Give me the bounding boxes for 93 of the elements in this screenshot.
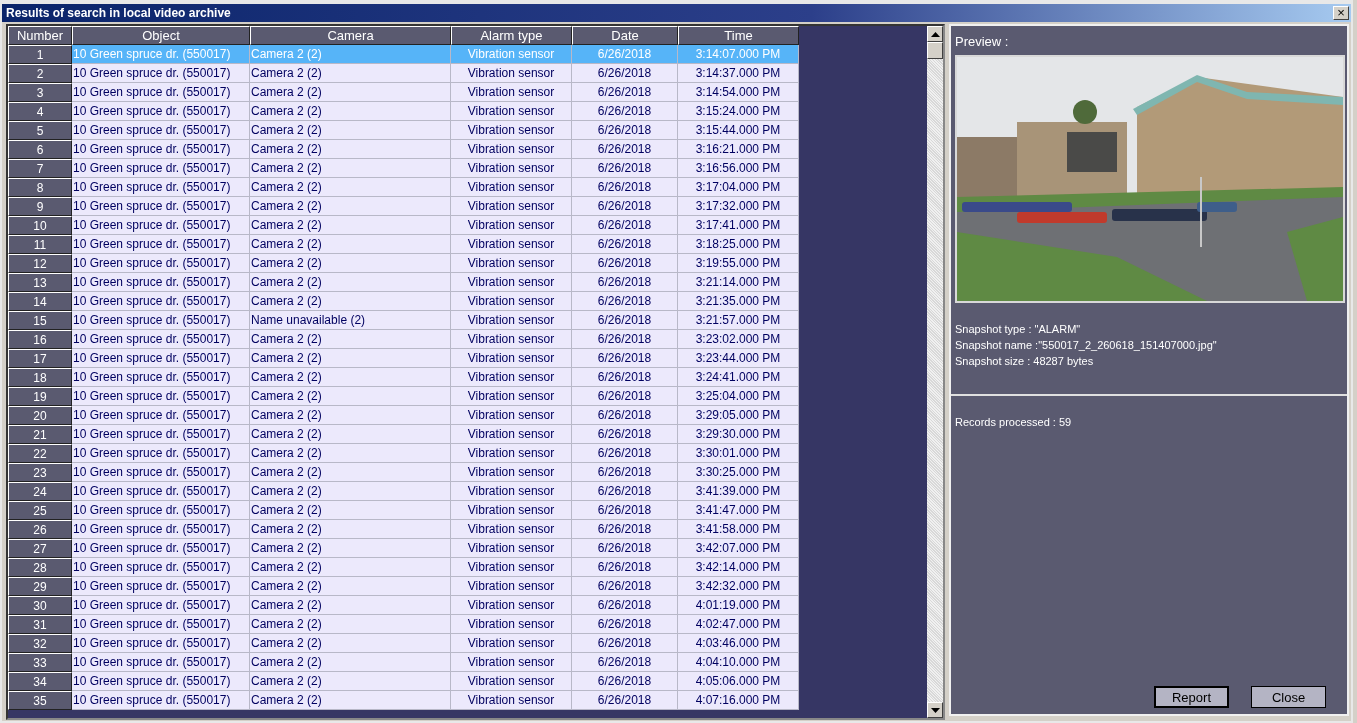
scrollbar[interactable] bbox=[927, 26, 943, 718]
table-row[interactable]: 5 10 Green spruce dr. (550017) Camera 2 (2) Vibration sensor 6/26/2018 3:15:44.000 PM bbox=[8, 121, 799, 140]
scroll-up-icon[interactable] bbox=[927, 26, 943, 42]
table-row[interactable]: 11 10 Green spruce dr. (550017) Camera 2 (2) Vibration sensor 6/26/2018 3:18:25.000 PM bbox=[8, 235, 799, 254]
table-row[interactable]: 24 10 Green spruce dr. (550017) Camera 2 (2) Vibration sensor 6/26/2018 3:41:39.000 PM bbox=[8, 482, 799, 501]
row-number: 15 bbox=[8, 311, 72, 330]
table-row[interactable]: 17 10 Green spruce dr. (550017) Camera 2 (2) Vibration sensor 6/26/2018 3:23:44.000 PM bbox=[8, 349, 799, 368]
table-row[interactable]: 14 10 Green spruce dr. (550017) Camera 2 (2) Vibration sensor 6/26/2018 3:21:35.000 PM bbox=[8, 292, 799, 311]
table-row[interactable]: 28 10 Green spruce dr. (550017) Camera 2 (2) Vibration sensor 6/26/2018 3:42:14.000 PM bbox=[8, 558, 799, 577]
row-number: 25 bbox=[8, 501, 72, 520]
row-number: 22 bbox=[8, 444, 72, 463]
row-number: 2 bbox=[8, 64, 72, 83]
table-row[interactable]: 1 10 Green spruce dr. (550017) Camera 2 (2) Vibration sensor 6/26/2018 3:14:07.000 PM bbox=[8, 45, 799, 64]
table-row[interactable]: 20 10 Green spruce dr. (550017) Camera 2 (2) Vibration sensor 6/26/2018 3:29:05.000 PM bbox=[8, 406, 799, 425]
table-row[interactable]: 18 10 Green spruce dr. (550017) Camera 2 (2) Vibration sensor 6/26/2018 3:24:41.000 PM bbox=[8, 368, 799, 387]
table-row[interactable]: 16 10 Green spruce dr. (550017) Camera 2 (2) Vibration sensor 6/26/2018 3:23:02.000 PM bbox=[8, 330, 799, 349]
table-row[interactable]: 35 10 Green spruce dr. (550017) Camera 2 (2) Vibration sensor 6/26/2018 4:07:16.000 PM bbox=[8, 691, 799, 710]
dialog-button[interactable]: Close bbox=[1251, 686, 1326, 708]
table-row[interactable]: 23 10 Green spruce dr. (550017) Camera 2 (2) Vibration sensor 6/26/2018 3:30:25.000 PM bbox=[8, 463, 799, 482]
row-number: 18 bbox=[8, 368, 72, 387]
table-row[interactable]: 13 10 Green spruce dr. (550017) Camera 2 (2) Vibration sensor 6/26/2018 3:21:14.000 PM bbox=[8, 273, 799, 292]
table-row[interactable]: 7 10 Green spruce dr. (550017) Camera 2 (2) Vibration sensor 6/26/2018 3:16:56.000 PM bbox=[8, 159, 799, 178]
row-number: 9 bbox=[8, 197, 72, 216]
row-number: 7 bbox=[8, 159, 72, 178]
row-number: 32 bbox=[8, 634, 72, 653]
snapshot-info: Snapshot type : "ALARM" bbox=[955, 323, 1082, 335]
row-number: 12 bbox=[8, 254, 72, 273]
row-number: 13 bbox=[8, 273, 72, 292]
table-row[interactable]: 33 10 Green spruce dr. (550017) Camera 2 (2) Vibration sensor 6/26/2018 4:04:10.000 PM bbox=[8, 653, 799, 672]
table-cell: Camera 2 (2) bbox=[250, 691, 451, 710]
scroll-thumb[interactable] bbox=[927, 42, 943, 59]
table-row[interactable]: 3 10 Green spruce dr. (550017) Camera 2 (2) Vibration sensor 6/26/2018 3:14:54.000 PM bbox=[8, 83, 799, 102]
close-button[interactable]: × bbox=[1333, 6, 1349, 20]
table-row[interactable]: 29 10 Green spruce dr. (550017) Camera 2 (2) Vibration sensor 6/26/2018 3:42:32.000 PM bbox=[8, 577, 799, 596]
table-row[interactable]: 27 10 Green spruce dr. (550017) Camera 2 (2) Vibration sensor 6/26/2018 3:42:07.000 PM bbox=[8, 539, 799, 558]
row-number: 14 bbox=[8, 292, 72, 311]
row-number: 17 bbox=[8, 349, 72, 368]
row-number: 11 bbox=[8, 235, 72, 254]
table-row[interactable]: 25 10 Green spruce dr. (550017) Camera 2 (2) Vibration sensor 6/26/2018 3:41:47.000 PM bbox=[8, 501, 799, 520]
row-number: 23 bbox=[8, 463, 72, 482]
row-number: 10 bbox=[8, 216, 72, 235]
column-header[interactable]: Number bbox=[8, 26, 72, 45]
snapshot-info: Snapshot name :"550017_2_260618_151407000.jpg" bbox=[955, 339, 1218, 351]
row-number: 5 bbox=[8, 121, 72, 140]
table-row[interactable]: 31 10 Green spruce dr. (550017) Camera 2 (2) Vibration sensor 6/26/2018 4:02:47.000 PM bbox=[8, 615, 799, 634]
table-row[interactable]: 10 10 Green spruce dr. (550017) Camera 2 (2) Vibration sensor 6/26/2018 3:17:41.000 PM bbox=[8, 216, 799, 235]
row-number: 6 bbox=[8, 140, 72, 159]
table-row[interactable]: 30 10 Green spruce dr. (550017) Camera 2 (2) Vibration sensor 6/26/2018 4:01:19.000 PM bbox=[8, 596, 799, 615]
row-number: 20 bbox=[8, 406, 72, 425]
row-number: 21 bbox=[8, 425, 72, 444]
row-number: 4 bbox=[8, 102, 72, 121]
table-cell: Vibration sensor bbox=[451, 691, 572, 710]
table-row[interactable]: 6 10 Green spruce dr. (550017) Camera 2 (2) Vibration sensor 6/26/2018 3:16:21.000 PM bbox=[8, 140, 799, 159]
dialog-button[interactable]: Report bbox=[1154, 686, 1229, 708]
column-header[interactable]: Camera bbox=[250, 26, 451, 45]
row-number: 31 bbox=[8, 615, 72, 634]
row-number: 16 bbox=[8, 330, 72, 349]
row-number: 19 bbox=[8, 387, 72, 406]
table-row[interactable]: 4 10 Green spruce dr. (550017) Camera 2 (2) Vibration sensor 6/26/2018 3:15:24.000 PM bbox=[8, 102, 799, 121]
row-number: 34 bbox=[8, 672, 72, 691]
column-header[interactable]: Object bbox=[72, 26, 250, 45]
row-number: 1 bbox=[8, 45, 72, 64]
row-number: 33 bbox=[8, 653, 72, 672]
row-number: 27 bbox=[8, 539, 72, 558]
table-row[interactable]: 15 10 Green spruce dr. (550017) Name unavailable (2) Vibration sensor 6/26/2018 3:21:57.000 PM bbox=[8, 311, 799, 330]
table-row[interactable]: 12 10 Green spruce dr. (550017) Camera 2 (2) Vibration sensor 6/26/2018 3:19:55.000 PM bbox=[8, 254, 799, 273]
window-title: Results of search in local video archive bbox=[6, 6, 231, 20]
table-row[interactable]: 26 10 Green spruce dr. (550017) Camera 2 (2) Vibration sensor 6/26/2018 3:41:58.000 PM bbox=[8, 520, 799, 539]
table-row[interactable]: 22 10 Green spruce dr. (550017) Camera 2 (2) Vibration sensor 6/26/2018 3:30:01.000 PM bbox=[8, 444, 799, 463]
snapshot-info: Snapshot size : 48287 bytes bbox=[955, 355, 1095, 367]
records-count: Records processed : 59 bbox=[955, 416, 1073, 428]
row-number: 26 bbox=[8, 520, 72, 539]
row-number: 28 bbox=[8, 558, 72, 577]
column-header[interactable]: Alarm type bbox=[451, 26, 572, 45]
row-number: 29 bbox=[8, 577, 72, 596]
row-number: 24 bbox=[8, 482, 72, 501]
table-cell: 10 Green spruce dr. (550017) bbox=[72, 691, 250, 710]
row-number: 3 bbox=[8, 83, 72, 102]
column-header[interactable]: Date bbox=[572, 26, 678, 45]
table-row[interactable]: 9 10 Green spruce dr. (550017) Camera 2 (2) Vibration sensor 6/26/2018 3:17:32.000 PM bbox=[8, 197, 799, 216]
table-cell: 6/26/2018 bbox=[572, 691, 678, 710]
table-row[interactable]: 34 10 Green spruce dr. (550017) Camera 2 (2) Vibration sensor 6/26/2018 4:05:06.000 PM bbox=[8, 672, 799, 691]
table-row[interactable]: 8 10 Green spruce dr. (550017) Camera 2 (2) Vibration sensor 6/26/2018 3:17:04.000 PM bbox=[8, 178, 799, 197]
row-number: 35 bbox=[8, 691, 72, 710]
table-row[interactable]: 19 10 Green spruce dr. (550017) Camera 2 (2) Vibration sensor 6/26/2018 3:25:04.000 PM bbox=[8, 387, 799, 406]
table-row[interactable]: 21 10 Green spruce dr. (550017) Camera 2 (2) Vibration sensor 6/26/2018 3:29:30.000 PM bbox=[8, 425, 799, 444]
column-header[interactable]: Time bbox=[678, 26, 799, 45]
table-row[interactable]: 2 10 Green spruce dr. (550017) Camera 2 (2) Vibration sensor 6/26/2018 3:14:37.000 PM bbox=[8, 64, 799, 83]
preview-label: Preview : bbox=[955, 34, 1010, 49]
row-number: 8 bbox=[8, 178, 72, 197]
scroll-down-icon[interactable] bbox=[927, 702, 943, 718]
row-number: 30 bbox=[8, 596, 72, 615]
table-row[interactable]: 32 10 Green spruce dr. (550017) Camera 2 (2) Vibration sensor 6/26/2018 4:03:46.000 PM bbox=[8, 634, 799, 653]
